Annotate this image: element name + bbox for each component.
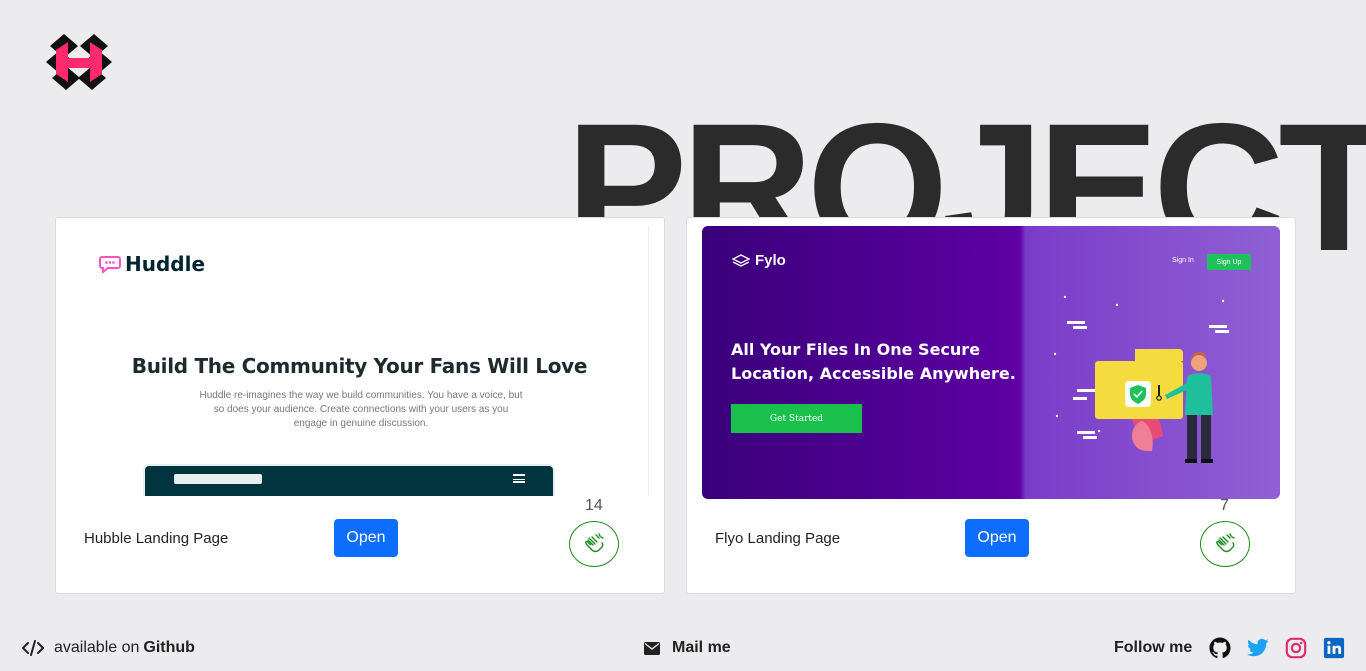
github-prefix: available on [54,639,140,656]
code-icon [22,640,44,656]
project-title: Hubble Landing Page [84,530,229,547]
clap-icon [585,533,604,553]
open-button[interactable]: Open [965,519,1029,557]
project-preview-image: Fylo Sign In Sign Up All Your Files In O… [702,226,1280,499]
project-card: Huddle Build The Community Your Fans Wil… [55,217,665,594]
twitter-icon[interactable] [1246,636,1270,660]
clap-count: 14 [585,497,603,514]
clap-button[interactable] [1200,521,1250,567]
github-label[interactable]: Github [143,639,195,657]
mail-icon [644,641,660,655]
project-card: Fylo Sign In Sign Up All Your Files In O… [686,217,1296,594]
github-icon[interactable] [1208,636,1232,660]
project-preview-image: Huddle Build The Community Your Fans Wil… [71,226,649,496]
open-button[interactable]: Open [334,519,398,557]
logo-icon[interactable] [42,32,116,92]
project-title: Flyo Landing Page [715,530,841,547]
preview-cta: Get Started [731,404,862,433]
preview-mockup [143,464,555,496]
linkedin-icon[interactable] [1322,636,1346,660]
clap-icon [1216,533,1235,553]
page: PROJECTS Huddle Build The Community Your… [0,0,1366,671]
preview-body: Huddle re-imagines the way we build comm… [199,390,523,429]
layers-icon [732,253,750,267]
illustration-image [1053,295,1229,463]
github-link[interactable]: available on Github [22,639,195,657]
social-links: Follow me [1114,636,1346,660]
preview-signin: Sign In [1172,257,1194,264]
clap-count: 7 [1220,497,1229,514]
follow-label: Follow me [1114,639,1193,656]
fylo-logo: Fylo [732,252,786,269]
hamburger-icon [513,474,525,483]
mail-link[interactable]: Mail me [644,639,731,657]
mail-label: Mail me [672,639,731,656]
instagram-icon[interactable] [1284,636,1308,660]
huddle-logo: Huddle [99,252,205,276]
preview-signup: Sign Up [1207,254,1251,270]
preview-headline: All Your Files In One Secure Location, A… [731,340,1016,383]
preview-headline: Build The Community Your Fans Will Love [131,354,588,378]
chat-bubble-icon [99,256,121,273]
clap-button[interactable] [569,521,619,567]
